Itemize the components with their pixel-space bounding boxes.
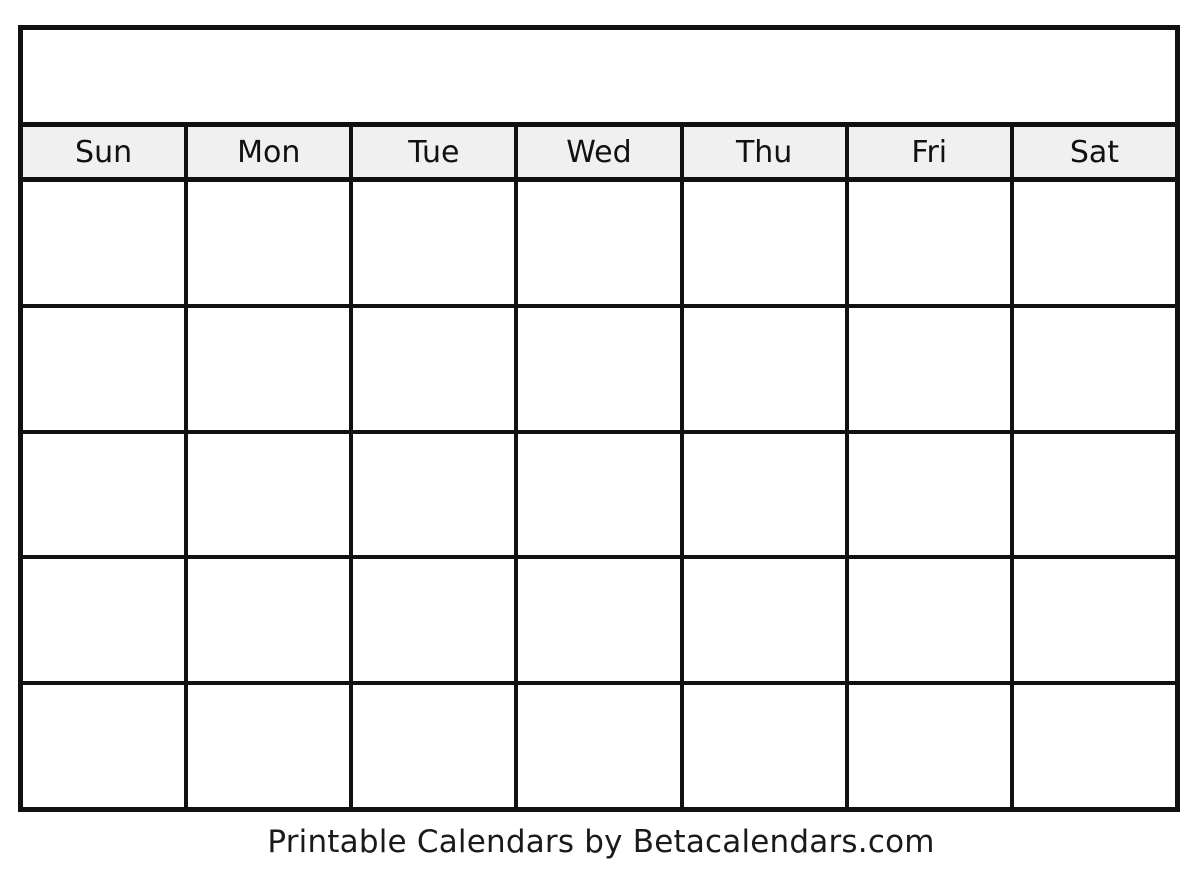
weekday-header-mon: Mon [188,127,354,177]
weekday-header-sun: Sun [23,127,189,177]
weekday-label: Thu [735,134,793,170]
day-cell[interactable] [683,182,849,304]
day-cell[interactable] [23,685,189,807]
day-cell[interactable] [188,685,354,807]
weekday-header-fri: Fri [848,127,1014,177]
weekday-label: Sun [75,134,133,170]
day-cell[interactable] [188,307,354,430]
day-cell[interactable] [683,559,849,682]
day-cell[interactable] [1013,433,1175,556]
weekday-label: Tue [408,134,460,170]
day-cell[interactable] [23,307,189,430]
day-cell[interactable] [353,559,519,682]
day-cell[interactable] [1013,182,1175,304]
weekday-label: Wed [566,134,632,170]
weekday-header-sat: Sat [1013,127,1175,177]
day-cell[interactable] [848,685,1014,807]
day-cell[interactable] [848,559,1014,682]
day-cell[interactable] [188,433,354,556]
footer: Printable Calendars by Betacalendars.com [0,818,1202,866]
day-cell[interactable] [188,559,354,682]
weekday-header-thu: Thu [683,127,849,177]
weekday-header-row: Sun Mon Tue Wed Thu Fri Sat [23,127,1175,182]
day-cell[interactable] [23,182,189,304]
day-cell[interactable] [683,307,849,430]
day-cell[interactable] [518,559,684,682]
day-cell[interactable] [848,433,1014,556]
day-cell[interactable] [23,559,189,682]
day-cell[interactable] [518,685,684,807]
day-cell[interactable] [353,307,519,430]
day-cell[interactable] [1013,559,1175,682]
calendar-page: Sun Mon Tue Wed Thu Fri Sat Printable Ca… [0,0,1202,872]
calendar-weeks [23,182,1175,807]
footer-credit-text: Printable Calendars by Betacalendars.com [267,824,935,860]
day-cell[interactable] [353,685,519,807]
weekday-label: Sat [1069,134,1120,170]
day-cell[interactable] [353,182,519,304]
day-cell[interactable] [683,685,849,807]
week-row [23,685,1175,807]
day-cell[interactable] [23,433,189,556]
week-row [23,182,1175,308]
weekday-label: Mon [237,134,301,170]
day-cell[interactable] [683,433,849,556]
weekday-header-wed: Wed [518,127,684,177]
calendar-grid: Sun Mon Tue Wed Thu Fri Sat [18,25,1180,812]
day-cell[interactable] [848,182,1014,304]
day-cell[interactable] [518,307,684,430]
day-cell[interactable] [188,182,354,304]
weekday-header-tue: Tue [353,127,519,177]
day-cell[interactable] [848,307,1014,430]
week-row [23,433,1175,560]
week-row [23,559,1175,686]
day-cell[interactable] [518,182,684,304]
day-cell[interactable] [1013,685,1175,807]
weekday-label: Fri [911,134,948,170]
day-cell[interactable] [1013,307,1175,430]
week-row [23,307,1175,434]
month-title-banner[interactable] [23,30,1175,127]
day-cell[interactable] [353,433,519,556]
day-cell[interactable] [518,433,684,556]
